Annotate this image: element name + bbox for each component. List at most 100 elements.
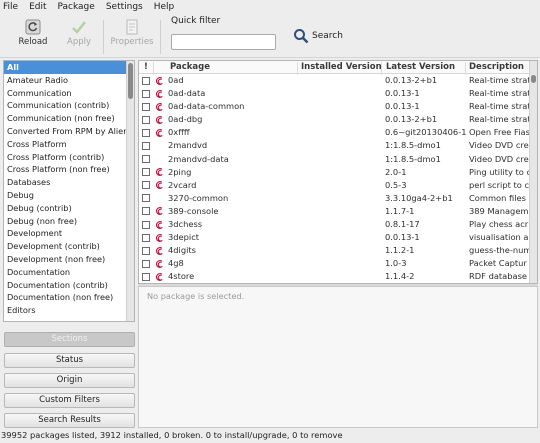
- package-scrollbar-thumb[interactable]: [531, 75, 536, 83]
- quick-filter-input[interactable]: [171, 34, 276, 50]
- column-installed-version[interactable]: Installed Version: [301, 62, 382, 72]
- latest-version-cell: 0.0.13-1: [385, 101, 420, 112]
- table-row[interactable]: 2vcard 0.5-3 perl script to c: [139, 179, 531, 192]
- table-row[interactable]: 0ad 0.0.13-2+b1 Real-time strat: [139, 74, 531, 87]
- section-item[interactable]: Converted From RPM by Alien: [4, 125, 127, 138]
- package-name-cell: 4store: [168, 271, 195, 282]
- package-status-checkbox[interactable]: [142, 141, 150, 150]
- package-scrollbar[interactable]: [529, 61, 537, 283]
- table-row[interactable]: 0ad-dbg 0.0.13-2+b1 Real-time strat: [139, 113, 531, 126]
- sections-scrollbar-thumb[interactable]: [128, 63, 133, 99]
- section-item[interactable]: Documentation: [4, 266, 127, 279]
- table-row[interactable]: 2mandvd 1:1.8.5-dmo1 Video DVD cre: [139, 139, 531, 152]
- menu-file[interactable]: File: [3, 2, 18, 12]
- reload-button[interactable]: Reload: [10, 19, 56, 53]
- sections-filter-button[interactable]: Sections: [4, 332, 135, 347]
- section-item[interactable]: Documentation (contrib): [4, 279, 127, 292]
- package-status-checkbox[interactable]: [142, 220, 150, 229]
- sections-scrollbar[interactable]: [126, 61, 134, 321]
- section-item[interactable]: Communication (non free): [4, 112, 127, 125]
- description-cell: Ping utility to c: [469, 166, 531, 177]
- debian-swirl-icon: [155, 246, 165, 256]
- table-row[interactable]: 2ping 2.0-1 Ping utility to c: [139, 166, 531, 179]
- table-row[interactable]: 4digits 1.1.2-1 guess-the-num: [139, 244, 531, 257]
- properties-button[interactable]: Properties: [109, 19, 155, 53]
- table-row[interactable]: 3depict 0.0.13-1 visualisation ar: [139, 231, 531, 244]
- table-row[interactable]: 0xffff 0.6~git20130406-1 Open Free Fias: [139, 126, 531, 139]
- package-table[interactable]: ! Package Installed Version Latest Versi…: [138, 60, 538, 284]
- status-filter-button[interactable]: Status: [4, 353, 135, 368]
- section-item[interactable]: Development (contrib): [4, 240, 127, 253]
- package-status-checkbox[interactable]: [142, 102, 150, 111]
- package-name-cell: 3dchess: [168, 219, 203, 230]
- description-cell: Common files: [469, 192, 526, 203]
- menu-settings[interactable]: Settings: [106, 2, 143, 12]
- latest-version-cell: 1:1.8.5-dmo1: [385, 153, 441, 164]
- section-item[interactable]: Debug (contrib): [4, 202, 127, 215]
- section-item[interactable]: All: [4, 61, 127, 74]
- table-row[interactable]: 4g8 1.0-3 Packet Captur: [139, 257, 531, 270]
- package-status-checkbox[interactable]: [142, 233, 150, 242]
- column-status[interactable]: !: [144, 62, 148, 72]
- package-name-cell: 2mandvd-data: [168, 153, 229, 164]
- package-status-checkbox[interactable]: [142, 194, 150, 203]
- custom-filters-button[interactable]: Custom Filters: [4, 393, 135, 408]
- latest-version-cell: 0.6~git20130406-1: [385, 127, 467, 138]
- section-item[interactable]: Development (non free): [4, 253, 127, 266]
- package-status-checkbox[interactable]: [142, 76, 150, 85]
- menu-help[interactable]: Help: [154, 2, 175, 12]
- section-item[interactable]: Debug: [4, 189, 127, 202]
- debian-swirl-icon: [155, 180, 165, 190]
- section-item[interactable]: Communication (contrib): [4, 99, 127, 112]
- table-row[interactable]: 0ad-data 0.0.13-1 Real-time strat: [139, 87, 531, 100]
- table-row[interactable]: 0ad-data-common 0.0.13-1 Real-time strat: [139, 100, 531, 113]
- search-results-button[interactable]: Search Results: [4, 413, 135, 428]
- package-name-cell: 389-console: [168, 205, 219, 216]
- origin-filter-button[interactable]: Origin: [4, 373, 135, 388]
- section-item[interactable]: Databases: [4, 176, 127, 189]
- table-row[interactable]: 2mandvd-data 1:1.8.5-dmo1 Video DVD cre: [139, 153, 531, 166]
- description-cell: Video DVD cre: [469, 140, 529, 151]
- column-latest-version[interactable]: Latest Version: [386, 62, 455, 72]
- menubar: File Edit Package Settings Help: [0, 0, 540, 14]
- debian-swirl-icon: [155, 115, 165, 125]
- menu-package[interactable]: Package: [58, 2, 95, 12]
- section-item[interactable]: Amateur Radio: [4, 74, 127, 87]
- package-status-checkbox[interactable]: [142, 272, 150, 281]
- package-status-checkbox[interactable]: [142, 155, 150, 164]
- section-item[interactable]: Debug (non free): [4, 215, 127, 228]
- package-status-checkbox[interactable]: [142, 128, 150, 137]
- section-item[interactable]: Documentation (non free): [4, 291, 127, 304]
- no-package-selected-text: No package is selected.: [147, 291, 245, 301]
- section-item[interactable]: Cross Platform: [4, 138, 127, 151]
- section-item[interactable]: Development: [4, 227, 127, 240]
- menu-edit[interactable]: Edit: [29, 2, 46, 12]
- apply-checkmark-icon: [72, 21, 86, 34]
- description-cell: Real-time strat: [469, 114, 531, 125]
- column-package[interactable]: Package: [170, 62, 210, 72]
- section-item[interactable]: Communication: [4, 87, 127, 100]
- table-row[interactable]: 3270-common 3.3.10ga4-2+b1 Common files: [139, 192, 531, 205]
- toolbar-separator: [160, 20, 161, 54]
- apply-button[interactable]: Apply: [56, 19, 102, 53]
- search-button[interactable]: Search: [293, 26, 343, 46]
- package-name-cell: 2vcard: [168, 179, 197, 190]
- package-status-checkbox[interactable]: [142, 181, 150, 190]
- section-item[interactable]: Cross Platform (non free): [4, 163, 127, 176]
- package-status-checkbox[interactable]: [142, 246, 150, 255]
- package-name-cell: 3depict: [168, 232, 200, 243]
- package-name-cell: 0ad-data-common: [168, 101, 245, 112]
- table-row[interactable]: 389-console 1.1.7-1 389 Managem: [139, 205, 531, 218]
- latest-version-cell: 0.0.13-2+b1: [385, 75, 438, 85]
- package-status-checkbox[interactable]: [142, 168, 150, 177]
- table-row[interactable]: 4store 1.1.4-2 RDF database: [139, 270, 531, 283]
- table-row[interactable]: 3dchess 0.8.1-17 Play chess acr: [139, 218, 531, 231]
- package-status-checkbox[interactable]: [142, 89, 150, 98]
- sections-list[interactable]: All Amateur Radio Communication Communicati…: [3, 60, 135, 322]
- package-status-checkbox[interactable]: [142, 259, 150, 268]
- section-item[interactable]: Cross Platform (contrib): [4, 151, 127, 164]
- column-description[interactable]: Description: [469, 62, 524, 72]
- package-status-checkbox[interactable]: [142, 207, 150, 216]
- package-status-checkbox[interactable]: [142, 115, 150, 124]
- section-item[interactable]: Editors: [4, 304, 127, 317]
